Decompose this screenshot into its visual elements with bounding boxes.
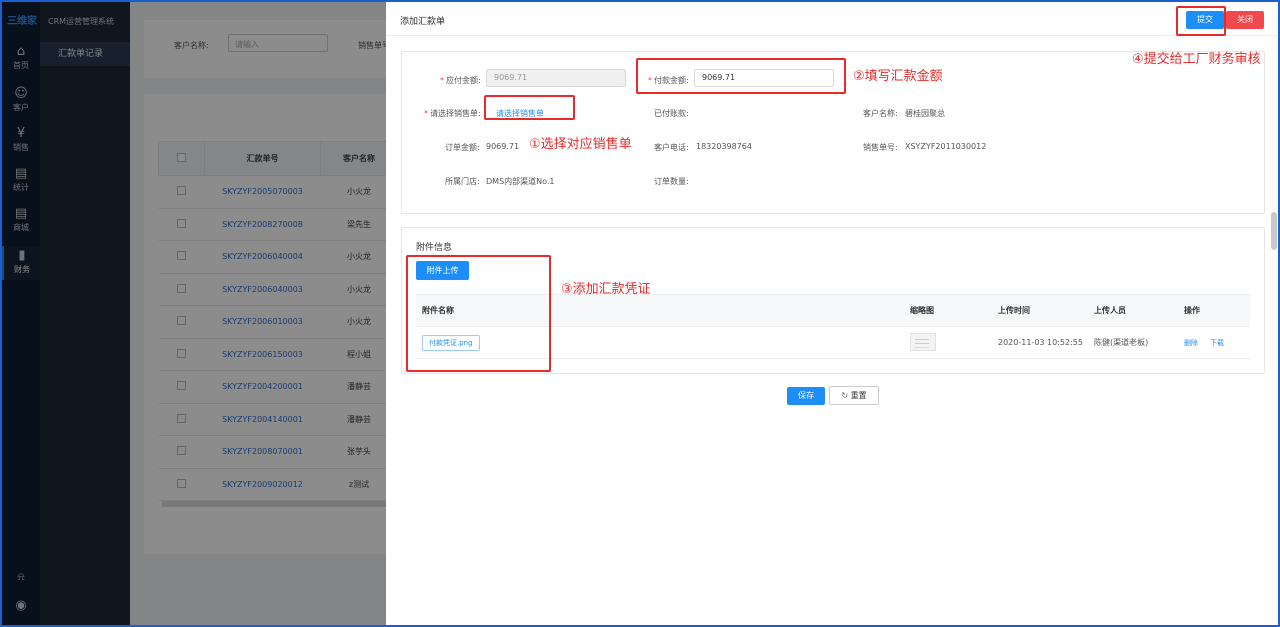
customer-phone-value: 18320398764 (696, 142, 752, 151)
annotation-step4: ④提交给工厂财务审核 (1132, 52, 1261, 67)
store-label: 所属门店: (445, 177, 480, 186)
annotation-box-submit (1176, 6, 1226, 36)
app-frame: 三维家 ⌂ 首页 ☺ 客户 ¥ 销售 ▤ 统计 ▤ 商城 ▮ 财务 ⍾ ◉ CR… (0, 0, 1280, 627)
customer-phone-label: 客户电话: (654, 143, 689, 152)
column-header: 缩略图 (904, 294, 992, 327)
actions-cell: 删除 下载 (1178, 326, 1250, 359)
uploader-cell: 陈健(渠道老板) (1088, 326, 1178, 359)
annotation-step1: ①选择对应销售单 (529, 137, 632, 152)
attachment-section-title: 附件信息 (416, 243, 453, 253)
save-button[interactable]: 保存 (787, 387, 825, 405)
download-attachment-link[interactable]: 下载 (1210, 339, 1224, 347)
customer-name-label: 客户名称: (863, 109, 898, 118)
reset-label: 重置 (850, 391, 867, 400)
paid-label: 已付账款: (654, 109, 689, 118)
annotation-box-select-order (484, 95, 575, 120)
column-header: 操作 (1178, 294, 1250, 327)
column-header: 上传人员 (1088, 294, 1178, 327)
column-header: 上传时间 (992, 294, 1088, 327)
sales-number-label: 销售单号: (863, 143, 898, 152)
annotation-box-attachment (406, 255, 551, 372)
customer-name-value: 碧桂园聚总 (905, 109, 945, 118)
annotation-step2: ②填写汇款金额 (853, 69, 943, 84)
reset-button[interactable]: ↻ 重置 (829, 386, 879, 405)
attachment-thumbnail[interactable] (910, 332, 936, 351)
order-amount-label: 订单金额: (445, 143, 480, 152)
drawer-title: 添加汇款单 (400, 17, 446, 27)
order-amount-value: 9069.71 (486, 142, 520, 151)
select-order-label: * 请选择销售单: (424, 109, 481, 118)
annotation-step3: ③添加汇款凭证 (561, 282, 651, 297)
close-button[interactable]: 关闭 (1226, 11, 1264, 29)
upload-time-cell: 2020-11-03 10:52:55 (992, 326, 1088, 359)
payable-amount-input: 9069.71 (486, 69, 626, 87)
sales-number-value: XSYZYF2011030012 (905, 142, 987, 151)
annotation-box-payment (636, 58, 846, 94)
order-quantity-label: 订单数量: (654, 177, 689, 186)
refresh-icon: ↻ (841, 391, 849, 400)
store-value: DMS内部渠道No.1 (486, 177, 555, 186)
modal-overlay[interactable] (2, 2, 386, 625)
add-remittance-drawer: 添加汇款单 提交 关闭 * 应付金额: 9069.71 * 付款金额: 9069.7… (386, 2, 1278, 625)
drawer-header: 添加汇款单 提交 关闭 (386, 2, 1278, 36)
delete-attachment-link[interactable]: 删除 (1184, 339, 1198, 347)
vertical-scrollbar[interactable] (1271, 212, 1277, 250)
payable-label: * 应付金额: (440, 76, 481, 85)
